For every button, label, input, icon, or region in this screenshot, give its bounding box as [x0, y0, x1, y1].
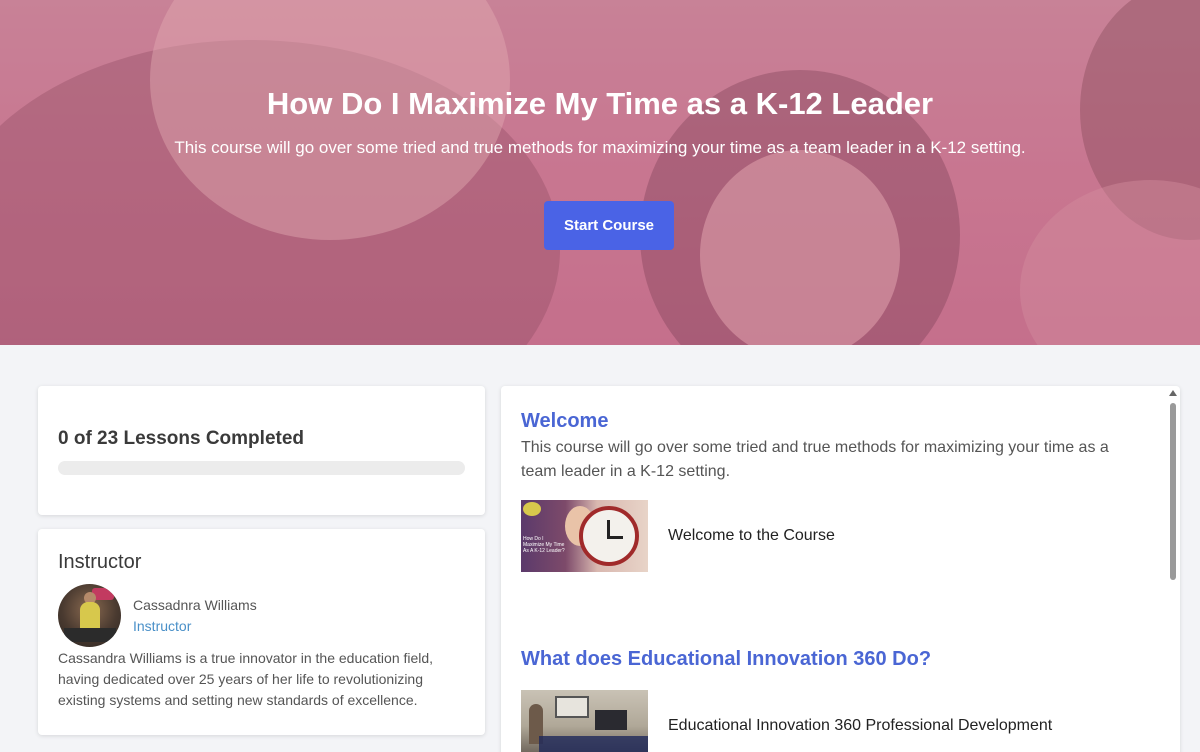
course-hero-banner: How Do I Maximize My Time as a K-12 Lead… — [0, 0, 1200, 345]
scrollbar-thumb[interactable] — [1170, 403, 1176, 580]
start-course-button[interactable]: Start Course — [544, 201, 674, 250]
lesson-title: Educational Innovation 360 Professional … — [668, 717, 1053, 734]
instructor-bio: Cassandra Williams is a true innovator i… — [58, 650, 434, 708]
section-title-what-does-ei360-do: What does Educational Innovation 360 Do? — [521, 648, 932, 670]
avatar-desk — [64, 628, 116, 642]
clock-hand — [607, 536, 623, 539]
thumbnail-logo — [523, 502, 541, 516]
instructor-avatar — [58, 584, 121, 647]
hero-overlay — [0, 0, 1200, 345]
scroll-up-arrow-icon[interactable] — [1169, 390, 1177, 396]
progress-card: 0 of 23 Lessons Completed — [38, 386, 485, 515]
lesson-thumbnail — [521, 690, 648, 752]
instructor-heading: Instructor — [58, 551, 142, 573]
section-title-welcome: Welcome — [521, 410, 609, 432]
section-description: This course will go over some tried and … — [521, 439, 1109, 480]
course-subtitle: This course will go over some tried and … — [174, 138, 1026, 157]
content-scrollbar[interactable] — [1166, 386, 1180, 752]
instructor-card: Instructor Cassadnra Williams Instructor… — [38, 529, 485, 735]
thumbnail-screen — [595, 710, 627, 730]
progress-bar — [58, 461, 465, 475]
course-title: How Do I Maximize My Time as a K-12 Lead… — [266, 86, 934, 121]
thumbnail-banner — [539, 736, 648, 752]
instructor-role-link[interactable]: Instructor — [133, 618, 191, 634]
thumbnail-caption: How Do I Maximize My Time As A K-12 Lead… — [523, 536, 565, 554]
lesson-title: Welcome to the Course — [668, 527, 835, 544]
lesson-item-welcome[interactable]: How Do I Maximize My Time As A K-12 Lead… — [521, 500, 1141, 572]
course-content-panel: Welcome This course will go over some tr… — [501, 386, 1180, 752]
lesson-thumbnail: How Do I Maximize My Time As A K-12 Lead… — [521, 500, 648, 572]
instructor-name: Cassadnra Williams — [133, 597, 257, 613]
thumbnail-screen — [555, 696, 589, 718]
lesson-item-professional-development[interactable]: Educational Innovation 360 Professional … — [521, 690, 1141, 752]
lessons-completed-label: 0 of 23 Lessons Completed — [58, 428, 305, 449]
